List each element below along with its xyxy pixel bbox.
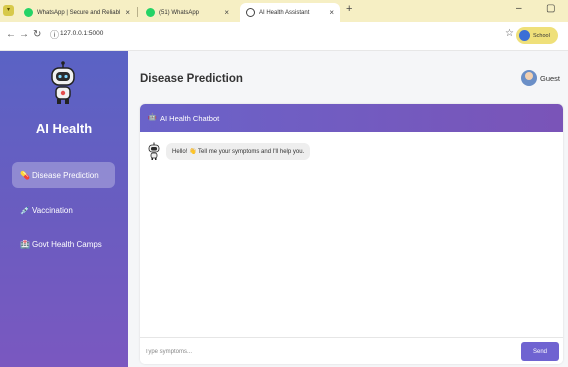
tab-ai-health-assistant[interactable]: AI Health Assistant × (240, 3, 340, 22)
minimize-button[interactable]: – (516, 3, 522, 14)
address-bar: ← → ↻ ⓘ 127.0.0.1:5000 ☆ School (0, 22, 568, 51)
sidebar: AI Health 💊 Disease Prediction 💉 Vaccina… (0, 51, 128, 367)
close-tab-icon[interactable]: × (224, 8, 229, 17)
chatbot-panel: 🤖 AI Health Chatbot Hello! 👋 Tell me you… (140, 104, 563, 364)
back-icon[interactable]: ← (6, 29, 16, 40)
sidebar-item-label: Disease Prediction (32, 170, 99, 180)
user-name: Guest (539, 73, 560, 83)
robot-logo-icon (51, 61, 75, 104)
chatbot-header: 🤖 AI Health Chatbot (140, 104, 563, 132)
close-tab-icon[interactable]: × (125, 8, 130, 17)
syringe-icon: 💉 (20, 205, 30, 215)
chatbot-title: AI Health Chatbot (160, 113, 220, 123)
sidebar-item-disease-prediction[interactable]: 💊 Disease Prediction (12, 162, 115, 188)
user-menu[interactable]: Guest (520, 70, 560, 86)
page-title: Disease Prediction (140, 73, 243, 85)
globe-icon (246, 8, 255, 17)
url-field[interactable]: 127.0.0.1:5000 (60, 30, 103, 37)
robot-icon: 🤖 (148, 114, 157, 121)
avatar (520, 70, 537, 86)
new-tab-button[interactable]: + (346, 3, 352, 15)
bot-avatar-icon (148, 142, 160, 160)
send-button[interactable]: Send (521, 342, 559, 361)
tab-label: (51) WhatsApp (159, 9, 200, 16)
tab-label: WhatsApp | Secure and Reliabl (37, 9, 121, 16)
profile-avatar (519, 30, 530, 41)
profile-chip[interactable]: School (516, 27, 558, 44)
forward-icon[interactable]: → (19, 29, 29, 40)
maximize-button[interactable]: ▢ (546, 3, 555, 14)
sidebar-item-vaccination[interactable]: 💉 Vaccination (12, 197, 115, 223)
brand-title: AI Health (35, 121, 93, 136)
browser-tab-bar: ▾ WhatsApp | Secure and Reliabl × (51) W… (0, 0, 568, 22)
chat-message: Hello! 👋 Tell me your symptoms and I'll … (148, 142, 311, 160)
pill-icon: 💊 (20, 170, 30, 180)
hospital-icon: 🏥 (20, 239, 30, 249)
tab-label: AI Health Assistant (259, 9, 310, 16)
bot-message-bubble: Hello! 👋 Tell me your symptoms and I'll … (166, 142, 311, 160)
symptoms-input[interactable] (145, 344, 515, 359)
profile-label: School (533, 32, 550, 39)
bookmark-star-icon[interactable]: ☆ (505, 28, 514, 39)
tab-search-dropdown[interactable]: ▾ (3, 5, 14, 16)
sidebar-item-govt-health-camps[interactable]: 🏥 Govt Health Camps (12, 231, 115, 257)
whatsapp-icon (146, 8, 155, 17)
tab-whatsapp-web[interactable]: WhatsApp | Secure and Reliabl × (18, 3, 136, 22)
sidebar-item-label: Vaccination (32, 205, 73, 215)
main-content: Disease Prediction Guest 🤖 AI Health Cha… (128, 51, 568, 367)
reload-icon[interactable]: ↻ (33, 29, 41, 40)
site-info-icon[interactable]: ⓘ (50, 28, 59, 41)
chat-input-bar: Send (140, 337, 563, 364)
whatsapp-icon (24, 8, 33, 17)
tab-whatsapp[interactable]: (51) WhatsApp × (140, 3, 235, 22)
close-tab-icon[interactable]: × (329, 8, 334, 17)
sidebar-item-label: Govt Health Camps (32, 239, 102, 249)
